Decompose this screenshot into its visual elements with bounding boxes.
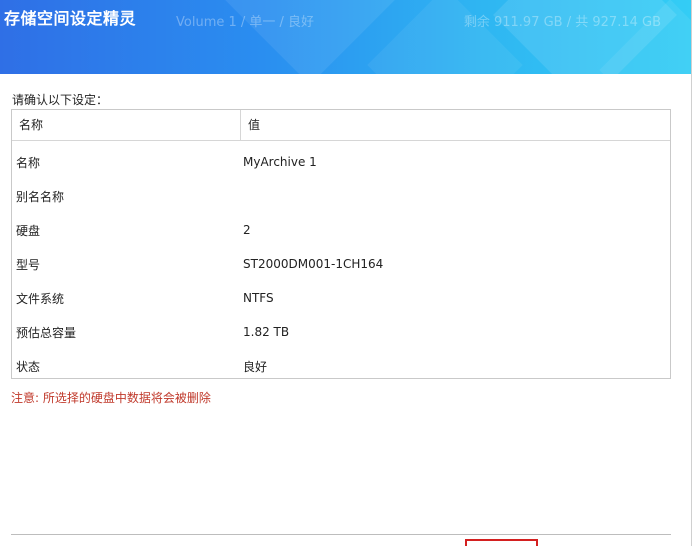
row-value: NTFS [243,291,274,305]
confirm-prompt: 请确认以下设定： [12,93,109,107]
row-label: 别名名称 [16,189,65,204]
column-header-name[interactable]: 名称 [12,110,241,140]
row-value: ST2000DM001-1CH164 [243,257,384,271]
row-value: 2 [243,223,251,237]
row-label: 硬盘 [16,223,41,238]
row-label: 型号 [16,257,41,272]
row-label: 状态 [16,359,41,374]
table-row: 预估总容量 1.82 TB [12,315,670,349]
row-label: 预估总容量 [16,325,77,340]
column-header-value[interactable]: 值 [241,110,670,140]
table-row: 文件系统 NTFS [12,281,670,315]
highlighted-action-button[interactable] [465,539,538,546]
storage-wizard-window: 存储空间设定精灵 Volume 1 / 单一 / 良好 剩余 911.97 GB… [0,0,692,546]
table-header: 名称 值 [12,110,670,141]
table-row: 状态 良好 [12,349,670,383]
row-value: 1.82 TB [243,325,290,339]
capacity-info: 剩余 911.97 GB / 共 927.14 GB [463,15,661,30]
table-row: 硬盘 2 [12,213,670,247]
data-deletion-warning: 注意: 所选择的硬盘中数据将会被删除 [11,391,211,405]
row-label: 文件系统 [16,291,65,306]
settings-summary-table: 名称 值 名称 MyArchive 1 别名名称 硬盘 2 型号 ST2000D… [11,109,671,379]
footer-divider [11,534,671,535]
table-row: 型号 ST2000DM001-1CH164 [12,247,670,281]
table-row: 名称 MyArchive 1 [12,145,670,179]
wizard-title: 存储空间设定精灵 [4,9,137,28]
row-value: MyArchive 1 [243,155,317,169]
row-label: 名称 [16,155,41,170]
wizard-header: 存储空间设定精灵 Volume 1 / 单一 / 良好 剩余 911.97 GB… [0,0,691,74]
volume-subtitle: Volume 1 / 单一 / 良好 [176,15,315,30]
table-body: 名称 MyArchive 1 别名名称 硬盘 2 型号 ST2000DM001-… [12,141,670,383]
row-value: 良好 [243,359,268,374]
table-row: 别名名称 [12,179,670,213]
